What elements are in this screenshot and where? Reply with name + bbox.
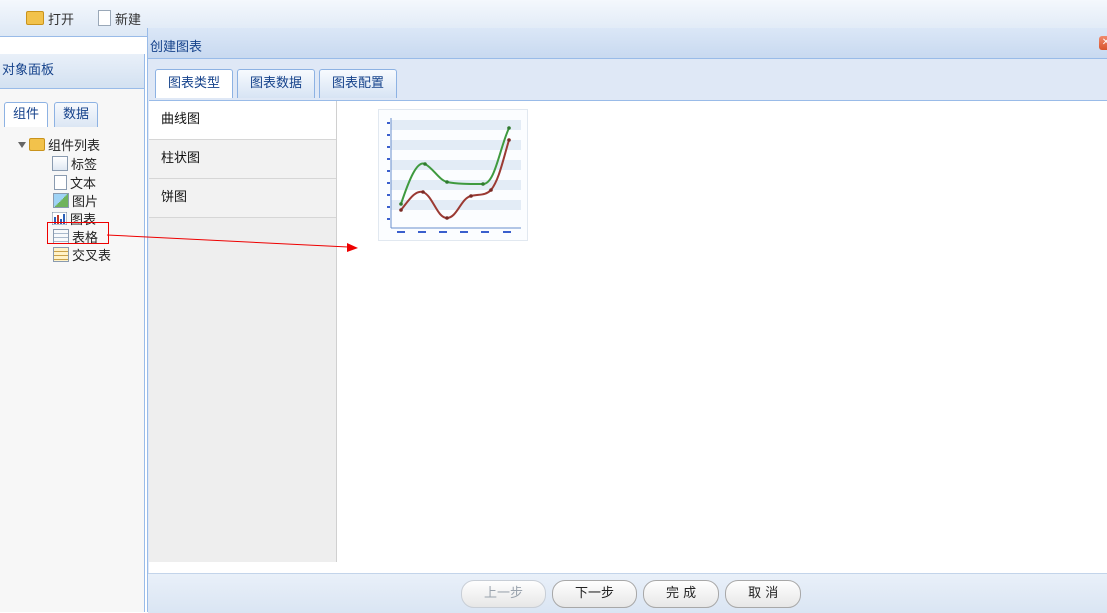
dialog-titlebar[interactable]: 创建图表 ✕ bbox=[148, 28, 1107, 59]
create-chart-dialog: 创建图表 ✕ 图表类型 图表数据 图表配置 曲线图 柱状图 饼图 上一步 下一步… bbox=[147, 28, 1107, 613]
tree-item-text: 文本 bbox=[70, 177, 97, 192]
tree-item-text: 图片 bbox=[72, 195, 99, 210]
tree-item-image[interactable]: 图片 bbox=[53, 192, 99, 210]
dialog-body: 曲线图 柱状图 饼图 bbox=[149, 100, 1107, 574]
new-file-icon bbox=[98, 10, 111, 26]
finish-button[interactable]: 完 成 bbox=[643, 580, 720, 608]
tab-chart-type[interactable]: 图表类型 bbox=[155, 69, 234, 98]
tab-components[interactable]: 组件 bbox=[4, 102, 49, 127]
chart-type-bar[interactable]: 柱状图 bbox=[149, 140, 336, 179]
chart-highlight-box bbox=[47, 222, 109, 244]
close-icon[interactable]: ✕ bbox=[1099, 36, 1107, 50]
dialog-tabs: 图表类型 图表数据 图表配置 bbox=[155, 69, 398, 98]
open-label: 打开 bbox=[48, 12, 75, 28]
dialog-footer: 上一步 下一步 完 成 取 消 bbox=[148, 573, 1107, 613]
crosstab-icon bbox=[53, 247, 69, 262]
image-icon bbox=[53, 193, 69, 208]
new-label: 新建 bbox=[115, 12, 142, 28]
object-panel-tabs: 组件 数据 bbox=[4, 102, 99, 127]
chart-type-list: 曲线图 柱状图 饼图 bbox=[149, 101, 337, 562]
expand-triangle-icon[interactable] bbox=[18, 141, 26, 148]
tab-chart-data[interactable]: 图表数据 bbox=[237, 69, 316, 98]
folder-open-icon bbox=[29, 138, 45, 151]
tree-root[interactable]: 组件列表 bbox=[18, 136, 101, 154]
object-panel-title: 对象面板 bbox=[0, 54, 144, 89]
chart-type-pie[interactable]: 饼图 bbox=[149, 179, 336, 218]
tree-root-label: 组件列表 bbox=[48, 139, 101, 154]
line-chart-preview-thumbnail[interactable] bbox=[378, 109, 528, 241]
cancel-button[interactable]: 取 消 bbox=[725, 580, 802, 608]
tree-item-text: 交叉表 bbox=[72, 249, 112, 264]
text-icon bbox=[54, 175, 67, 190]
tree-item-text-component[interactable]: 文本 bbox=[54, 174, 97, 192]
dialog-button-bar: 上一步 下一步 完 成 取 消 bbox=[461, 580, 802, 608]
tab-data[interactable]: 数据 bbox=[54, 102, 99, 127]
chart-type-line[interactable]: 曲线图 bbox=[149, 101, 336, 140]
new-button[interactable]: 新建 bbox=[98, 9, 142, 28]
tree-item-label[interactable]: 标签 bbox=[52, 155, 98, 173]
prev-step-button[interactable]: 上一步 bbox=[461, 580, 547, 608]
open-button[interactable]: 打开 bbox=[26, 9, 75, 28]
dialog-title: 创建图表 bbox=[150, 40, 203, 55]
folder-icon bbox=[26, 11, 44, 25]
line-chart-preview-icon bbox=[379, 110, 527, 240]
next-step-button[interactable]: 下一步 bbox=[552, 580, 638, 608]
tree-item-text: 标签 bbox=[71, 158, 98, 173]
label-icon bbox=[52, 156, 68, 171]
tree-item-crosstab[interactable]: 交叉表 bbox=[53, 246, 112, 264]
tab-chart-config[interactable]: 图表配置 bbox=[319, 69, 398, 98]
